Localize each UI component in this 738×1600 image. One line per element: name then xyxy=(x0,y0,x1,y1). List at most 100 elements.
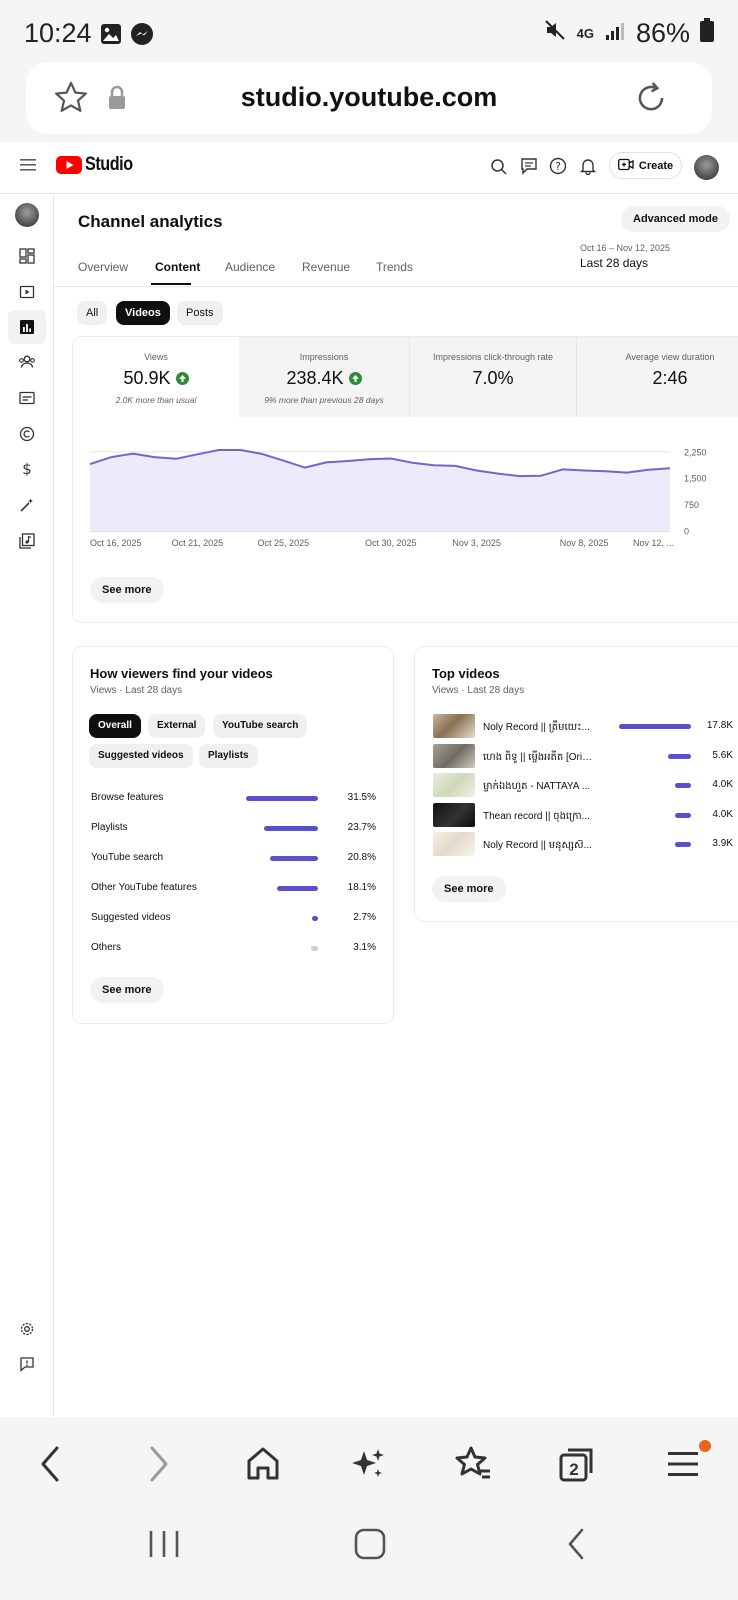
top-video-row[interactable]: Noly Record || ត្រឹមយេះ... 17.8K xyxy=(433,714,733,738)
metric-value: 50.9K xyxy=(123,368,171,388)
advanced-mode-button[interactable]: Advanced mode xyxy=(621,206,730,232)
create-button[interactable]: Create xyxy=(609,152,682,179)
filter-chip-all[interactable]: All xyxy=(77,301,108,325)
date-range-period: Last 28 days xyxy=(580,256,649,270)
chart-data-point xyxy=(497,473,499,475)
traffic-source-row[interactable]: Browse features 31.5% xyxy=(91,789,376,809)
battery-icon xyxy=(700,18,714,49)
top-video-row[interactable]: Thean record || ចុងក្រោ... 4.0K xyxy=(433,802,733,827)
audio-library-icon[interactable] xyxy=(17,531,37,551)
customization-wand-icon[interactable] xyxy=(17,495,37,515)
traffic-chip-playlists[interactable]: Playlists xyxy=(199,744,258,768)
battery-level: 86% xyxy=(635,18,690,48)
tab-trends[interactable]: Trends xyxy=(376,260,413,274)
metric-ctr[interactable]: Impressions click-through rate 7.0% xyxy=(409,337,576,417)
traffic-source-row[interactable]: YouTube search 20.8% xyxy=(91,849,376,869)
browser-menu-icon[interactable] xyxy=(658,1439,711,1489)
chart-x-tick-label: Oct 30, 2025 xyxy=(365,538,417,548)
chart-data-point xyxy=(153,456,155,458)
video-thumbnail[interactable] xyxy=(433,802,475,827)
top-videos-see-more-button[interactable]: See more xyxy=(432,876,506,902)
chart-y-tick-label: 0 xyxy=(684,527,689,537)
traffic-chip-youtube-search[interactable]: YouTube search xyxy=(213,714,308,738)
video-thumbnail[interactable] xyxy=(433,743,475,768)
video-title[interactable]: Noly Record || មនុស្សស៊... xyxy=(483,838,593,853)
svg-text:$: $ xyxy=(22,460,32,478)
reload-icon[interactable] xyxy=(632,78,670,123)
traffic-source-bar xyxy=(263,826,318,831)
video-title[interactable]: Thean record || ចុងក្រោ... xyxy=(483,809,593,824)
tab-audience[interactable]: Audience xyxy=(225,260,275,274)
bookmarks-star-icon[interactable] xyxy=(448,1439,498,1489)
back-arrow-icon[interactable] xyxy=(25,1439,75,1489)
video-thumbnail[interactable] xyxy=(433,773,475,797)
home-button-icon[interactable] xyxy=(352,1526,388,1567)
send-feedback-icon[interactable] xyxy=(17,1354,37,1374)
search-icon[interactable] xyxy=(490,158,508,181)
chart-data-point xyxy=(648,469,650,471)
date-range-picker[interactable]: Oct 16 – Nov 12, 2025 Last 28 days xyxy=(580,243,670,270)
ai-sparkle-icon[interactable] xyxy=(343,1439,393,1489)
subtitles-icon[interactable] xyxy=(17,388,37,408)
video-thumbnail[interactable] xyxy=(433,832,475,856)
address-bar[interactable]: studio.youtube.com xyxy=(26,62,712,134)
filter-chip-posts[interactable]: Posts xyxy=(177,301,223,325)
channel-avatar[interactable] xyxy=(15,203,39,227)
chart-data-point xyxy=(175,458,177,460)
traffic-source-row[interactable]: Suggested videos 2.7% xyxy=(91,909,376,929)
url-text[interactable]: studio.youtube.com xyxy=(26,82,712,113)
metric-impressions[interactable]: Impressions 238.4K 9% more than previous… xyxy=(239,337,409,417)
system-back-icon[interactable] xyxy=(562,1526,592,1567)
menu-icon[interactable] xyxy=(20,158,36,177)
top-video-row[interactable]: ម្ចាក់ឯងហួត - NATTAYA ... 4.0K xyxy=(433,773,733,797)
traffic-source-row[interactable]: Playlists 23.7% xyxy=(91,819,376,839)
create-label: Create xyxy=(638,159,674,172)
chart-y-tick-label: 2,250 xyxy=(684,447,707,457)
settings-gear-icon[interactable] xyxy=(17,1319,37,1339)
analytics-icon[interactable] xyxy=(17,317,37,337)
tab-content[interactable]: Content xyxy=(155,260,200,274)
tab-overview[interactable]: Overview xyxy=(78,260,128,274)
metrics-chart-card: Views 50.9K 2.0K more than usual Impress… xyxy=(72,336,738,623)
video-thumbnail[interactable] xyxy=(433,714,475,738)
metric-views[interactable]: Views 50.9K 2.0K more than usual xyxy=(73,337,239,417)
earn-dollar-icon[interactable]: $ xyxy=(17,459,37,479)
account-avatar[interactable] xyxy=(694,155,719,180)
traffic-see-more-button[interactable]: See more xyxy=(90,977,164,1003)
studio-logo-text[interactable]: Studio xyxy=(85,154,133,176)
youtube-studio-app: Studio ? Create $ Channel analytics Adva… xyxy=(0,142,738,1417)
chart-see-more-button[interactable]: See more xyxy=(90,577,164,603)
page-title: Channel analytics xyxy=(78,212,223,231)
home-icon[interactable] xyxy=(238,1439,288,1489)
tabs-icon[interactable]: 2 xyxy=(552,1439,602,1489)
traffic-source-value: 3.1% xyxy=(353,942,376,953)
chart-x-tick-label: Nov 8, 2025 xyxy=(560,538,609,548)
community-icon[interactable] xyxy=(17,352,37,372)
video-title[interactable]: ហេង ពិទូ || ម្ចើងអតីត [Orig... xyxy=(483,750,593,765)
copyright-icon[interactable] xyxy=(17,424,37,444)
top-video-row[interactable]: ហេង ពិទូ || ម្ចើងអតីត [Orig... 5.6K xyxy=(433,743,733,768)
traffic-chip-suggested-videos[interactable]: Suggested videos xyxy=(89,744,193,768)
video-views-bar xyxy=(619,724,691,729)
video-title[interactable]: ម្ចាក់ឯងហួត - NATTAYA ... xyxy=(483,779,593,794)
notifications-bell-icon[interactable] xyxy=(579,157,597,180)
tab-revenue[interactable]: Revenue xyxy=(302,260,350,274)
comments-icon[interactable] xyxy=(520,157,538,180)
metric-avg-view-duration[interactable]: Average view duration 2:46 xyxy=(576,337,738,417)
filter-chip-videos[interactable]: Videos xyxy=(116,301,170,325)
help-icon[interactable]: ? xyxy=(549,157,567,180)
dashboard-icon[interactable] xyxy=(17,246,37,266)
traffic-source-row[interactable]: Other YouTube features 18.1% xyxy=(91,879,376,899)
traffic-chip-external[interactable]: External xyxy=(148,714,206,738)
forward-arrow-icon[interactable] xyxy=(134,1439,184,1489)
traffic-source-value: 31.5% xyxy=(347,792,376,803)
metric-subtext: 9% more than previous 28 days xyxy=(264,395,384,405)
content-icon[interactable] xyxy=(17,282,37,302)
traffic-source-row[interactable]: Others 3.1% xyxy=(91,939,376,959)
traffic-chip-overall[interactable]: Overall xyxy=(89,714,141,738)
recent-apps-icon[interactable] xyxy=(146,1527,182,1566)
top-video-row[interactable]: Noly Record || មនុស្សស៊... 3.9K xyxy=(433,832,733,856)
youtube-logo-icon[interactable] xyxy=(56,156,82,179)
chart-data-point xyxy=(433,464,435,466)
video-title[interactable]: Noly Record || ត្រឹមយេះ... xyxy=(483,720,593,735)
